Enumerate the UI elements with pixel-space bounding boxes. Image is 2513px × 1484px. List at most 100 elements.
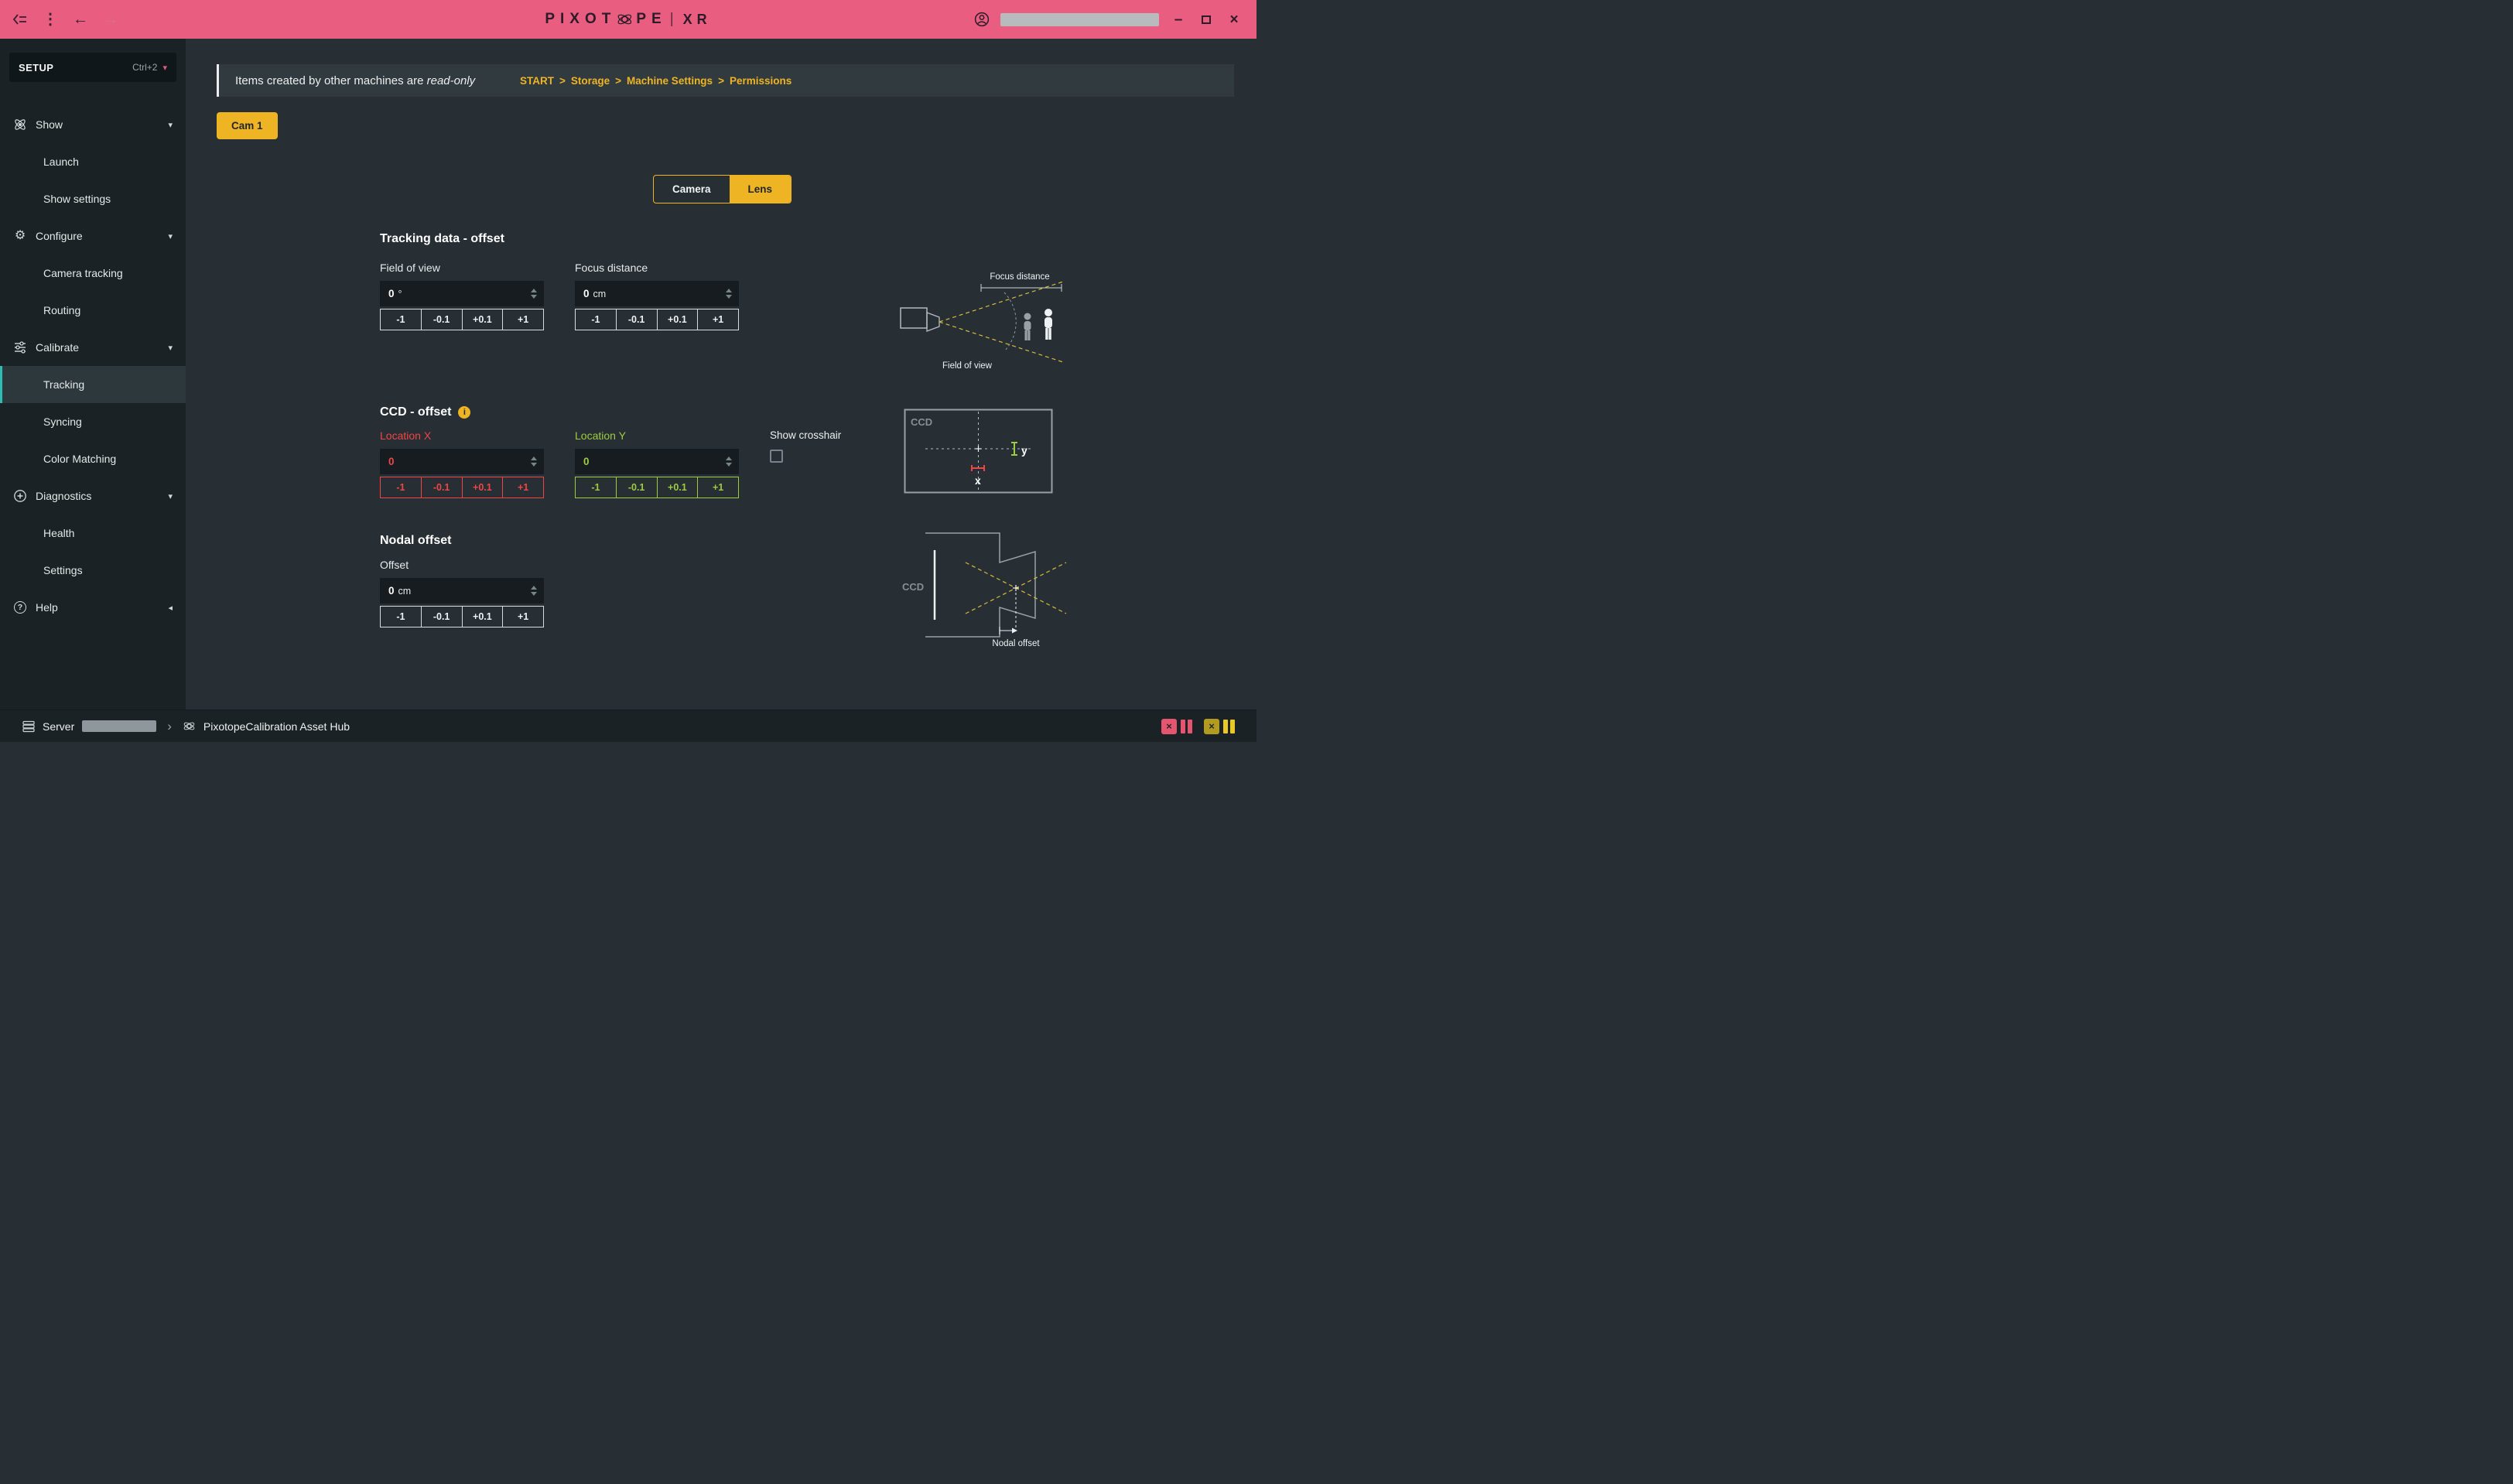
chevron-right-icon: › (167, 720, 172, 733)
help-icon: ? (13, 600, 27, 614)
sidebar-item-label: Camera tracking (43, 267, 123, 279)
show-icon (13, 118, 27, 132)
stepper-arrows[interactable] (726, 281, 732, 306)
stepper-arrows[interactable] (531, 578, 537, 604)
increment-0-1-button[interactable]: +0.1 (462, 477, 504, 498)
sidebar-item-label: Color Matching (43, 453, 116, 465)
logo-text-left: PIXOT (545, 11, 616, 28)
focus-distance-label: Focus distance (575, 262, 739, 274)
increment-1-button[interactable]: +1 (502, 309, 544, 330)
back-icon[interactable]: ← (73, 12, 88, 27)
sidebar-item-launch[interactable]: Launch (0, 143, 186, 180)
statusbar-right: × × (1161, 719, 1235, 734)
decrement-1-button[interactable]: -1 (575, 477, 617, 498)
user-email-redacted (1000, 13, 1159, 26)
focus-distance-input[interactable]: 0 cm (575, 281, 739, 306)
fov-focus-diagram: Focus distance Field of view (896, 269, 1068, 371)
statusbar-left: Server › PixotopeCalibration Asset Hub (22, 720, 350, 733)
sidebar-item-routing[interactable]: Routing (0, 292, 186, 329)
setup-selector[interactable]: SETUP Ctrl+2 ▾ (9, 53, 176, 82)
sidebar-item-configure[interactable]: ⚙ Configure ▾ (0, 217, 186, 255)
location-y-input[interactable]: 0 (575, 449, 739, 474)
product-label: XR (683, 12, 712, 28)
cam-1-button[interactable]: Cam 1 (217, 112, 278, 139)
focus-distance-steppers: -1 -0.1 +0.1 +1 (575, 309, 739, 330)
sidebar-item-health[interactable]: Health (0, 515, 186, 552)
kebab-menu-icon[interactable]: ⋮ (43, 12, 58, 27)
sidebar-item-label: Help (36, 601, 58, 614)
hub-atom-icon (183, 720, 196, 733)
tab-camera[interactable]: Camera (654, 176, 730, 203)
decrement-1-button[interactable]: -1 (575, 309, 617, 330)
sidebar-item-diagnostics[interactable]: Diagnostics ▾ (0, 477, 186, 515)
nodal-offset-unit: cm (398, 586, 412, 597)
field-of-view-input[interactable]: 0 ° (380, 281, 544, 306)
stepper-arrows[interactable] (531, 449, 537, 474)
server-name-redacted (82, 720, 156, 732)
location-x-input[interactable]: 0 (380, 449, 544, 474)
setup-shortcut: Ctrl+2 (132, 62, 157, 73)
svg-text:Field of view: Field of view (942, 361, 993, 371)
breadcrumb-start[interactable]: START (520, 75, 554, 87)
decrement-0-1-button[interactable]: -0.1 (616, 309, 658, 330)
sidebar-item-syncing[interactable]: Syncing (0, 403, 186, 440)
red-x-icon[interactable]: × (1161, 719, 1177, 734)
sidebar-item-show[interactable]: Show ▾ (0, 106, 186, 143)
server-icon (22, 720, 35, 733)
person-white-icon (1045, 309, 1052, 340)
breadcrumb-storage[interactable]: Storage (571, 75, 610, 87)
nodal-offset-title: Nodal offset (380, 534, 451, 548)
sidebar-item-camera-tracking[interactable]: Camera tracking (0, 255, 186, 292)
increment-0-1-button[interactable]: +0.1 (462, 606, 504, 627)
person-grey-icon (1024, 313, 1031, 341)
nodal-offset-value: 0 (388, 585, 395, 597)
camera-lens-toggle: Camera Lens (653, 175, 792, 203)
decrement-1-button[interactable]: -1 (380, 606, 422, 627)
chevron-down-icon: ▾ (168, 231, 173, 241)
banner-message: Items created by other machines are read… (235, 74, 520, 87)
breadcrumb-permissions[interactable]: Permissions (730, 75, 792, 87)
setup-shortcut-wrap: Ctrl+2 ▾ (132, 62, 167, 73)
close-button[interactable]: × (1226, 12, 1243, 27)
yellow-pause-icon[interactable] (1223, 720, 1235, 733)
increment-0-1-button[interactable]: +0.1 (657, 309, 699, 330)
sidebar-item-label: Diagnostics (36, 490, 91, 502)
increment-1-button[interactable]: +1 (502, 477, 544, 498)
user-icon[interactable] (974, 12, 990, 27)
red-pause-icon[interactable] (1181, 720, 1192, 733)
sidebar-item-settings[interactable]: Settings (0, 552, 186, 589)
info-icon[interactable]: i (458, 406, 470, 419)
tab-lens[interactable]: Lens (730, 176, 792, 203)
increment-1-button[interactable]: +1 (697, 309, 739, 330)
show-crosshair-checkbox[interactable] (770, 450, 783, 463)
sidebar-item-label: Settings (43, 564, 83, 576)
increment-0-1-button[interactable]: +0.1 (657, 477, 699, 498)
sidebar-item-tracking[interactable]: Tracking (0, 366, 186, 403)
increment-0-1-button[interactable]: +0.1 (462, 309, 504, 330)
sidebar-item-color-matching[interactable]: Color Matching (0, 440, 186, 477)
decrement-0-1-button[interactable]: -0.1 (421, 606, 463, 627)
sidebar-toggle-icon[interactable] (12, 13, 28, 26)
forward-icon[interactable]: → (103, 12, 118, 27)
sidebar-item-help[interactable]: ? Help ◂ (0, 589, 186, 626)
decrement-0-1-button[interactable]: -0.1 (421, 477, 463, 498)
sidebar-item-calibrate[interactable]: Calibrate ▾ (0, 329, 186, 366)
breadcrumb-machine-settings[interactable]: Machine Settings (627, 75, 713, 87)
stepper-arrows[interactable] (531, 281, 537, 306)
minimize-button[interactable]: – (1170, 12, 1187, 27)
stepper-arrows[interactable] (726, 449, 732, 474)
decrement-0-1-button[interactable]: -0.1 (616, 477, 658, 498)
location-y-label: Location Y (575, 429, 739, 442)
nodal-offset-input[interactable]: 0 cm (380, 578, 544, 604)
decrement-1-button[interactable]: -1 (380, 309, 422, 330)
decrement-1-button[interactable]: -1 (380, 477, 422, 498)
sidebar-item-show-settings[interactable]: Show settings (0, 180, 186, 217)
decrement-0-1-button[interactable]: -0.1 (421, 309, 463, 330)
sidebar-item-label: Calibrate (36, 341, 79, 354)
increment-1-button[interactable]: +1 (697, 477, 739, 498)
increment-1-button[interactable]: +1 (502, 606, 544, 627)
show-crosshair-group: Show crosshair (770, 429, 841, 463)
yellow-x-icon[interactable]: × (1204, 719, 1219, 734)
field-of-view-steppers: -1 -0.1 +0.1 +1 (380, 309, 544, 330)
maximize-button[interactable] (1198, 15, 1215, 24)
